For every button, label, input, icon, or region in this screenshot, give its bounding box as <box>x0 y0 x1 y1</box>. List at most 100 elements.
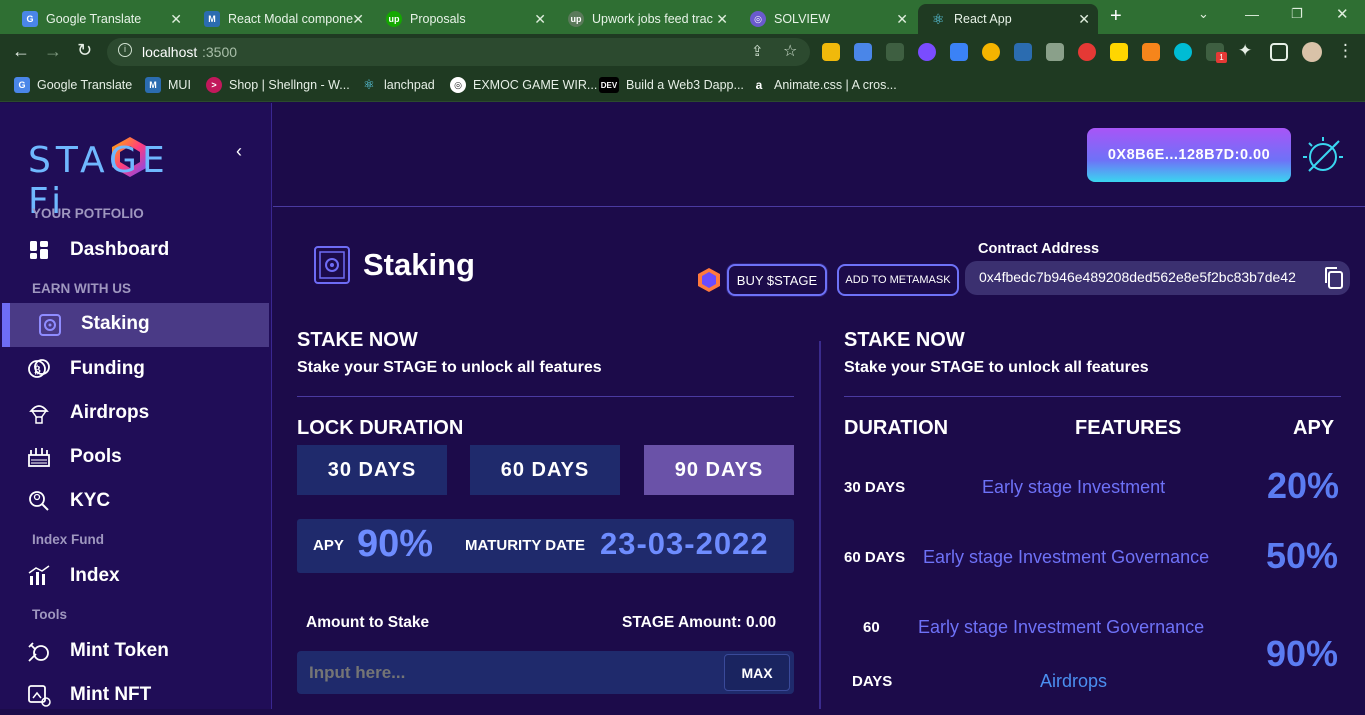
collapse-chevron-icon[interactable]: ‹ <box>236 141 242 162</box>
binance-extension-icon[interactable] <box>822 43 840 61</box>
sidebar-item-airdrops[interactable]: Airdrops <box>26 393 149 433</box>
sidebar: STAGE Fi ‹ YOUR POTFOLIO Dashboard EARN … <box>0 103 272 709</box>
bookmark-item[interactable]: > Shop | Shellngn - W... <box>206 70 350 100</box>
airdrop-icon <box>26 400 52 426</box>
extension-icon[interactable] <box>1174 43 1192 61</box>
sidebar-item-dashboard[interactable]: Dashboard <box>26 230 169 270</box>
tab-react-modal[interactable]: M React Modal compone ✕ <box>192 4 372 34</box>
row-duration-number: 60 <box>863 619 880 636</box>
sidebar-item-index[interactable]: Index <box>26 556 120 596</box>
bookmark-star-icon[interactable]: ☆ <box>783 41 797 61</box>
extension-icon[interactable] <box>886 43 904 61</box>
extension-icon[interactable] <box>982 43 1000 61</box>
upwork-extension-icon[interactable]: 1 <box>1206 43 1227 63</box>
bookmark-item[interactable]: G Google Translate <box>14 70 132 100</box>
wallet-button[interactable]: 0X8B6E...128B7D:0.00 <box>1087 128 1291 182</box>
add-to-metamask-button[interactable]: ADD TO METAMASK <box>837 264 959 296</box>
column-features: FEATURES <box>1075 417 1182 439</box>
sidebar-item-mint-nft[interactable]: Mint NFT <box>26 675 151 715</box>
sidebar-item-funding[interactable]: ₿ Funding <box>26 349 145 389</box>
react-icon: ⚛ <box>363 77 375 92</box>
sidebar-item-label: KYC <box>70 490 111 511</box>
index-chart-icon <box>26 563 52 589</box>
back-icon[interactable]: ← <box>12 41 30 62</box>
avatar[interactable] <box>1302 42 1322 62</box>
logo[interactable]: STAGE Fi <box>28 135 212 222</box>
tab-proposals[interactable]: up Proposals ✕ <box>374 4 554 34</box>
extension-icon[interactable] <box>1014 43 1032 61</box>
theme-toggle-icon[interactable] <box>1299 131 1347 179</box>
extension-badge: 1 <box>1216 52 1227 63</box>
row-features: Early stage Investment <box>982 477 1166 497</box>
bookmark-item[interactable]: ◎ EXMOC GAME WIR... <box>450 70 597 100</box>
stake-subheading: Stake your STAGE to unlock all features <box>297 359 602 376</box>
close-icon[interactable]: ✕ <box>716 11 728 27</box>
tab-google-translate[interactable]: G Google Translate ✕ <box>10 4 190 34</box>
sidebar-item-kyc[interactable]: KYC <box>26 481 110 521</box>
contract-label: Contract Address <box>978 241 1100 257</box>
info-icon[interactable]: i <box>118 43 132 57</box>
sidebar-item-label: Dashboard <box>70 239 170 260</box>
url-port: :3500 <box>202 44 238 60</box>
lock-duration-label: LOCK DURATION <box>297 417 464 439</box>
dashboard-icon <box>26 237 52 263</box>
close-icon[interactable]: ✕ <box>1078 11 1090 27</box>
row-duration: 30 DAYS <box>844 479 906 496</box>
close-window-button[interactable]: ✕ <box>1336 5 1349 23</box>
duration-30-button[interactable]: 30 DAYS <box>297 445 447 495</box>
extension-icon[interactable] <box>950 43 968 61</box>
stake-heading: STAKE NOW <box>297 329 418 351</box>
address-bar[interactable]: i localhost :3500 ⇪ ☆ <box>107 38 810 66</box>
buy-stage-button[interactable]: BUY $STAGE <box>727 264 827 296</box>
extension-icon[interactable] <box>1110 43 1128 61</box>
amount-input[interactable] <box>297 651 717 694</box>
divider <box>297 396 794 397</box>
tab-title: React Modal compone <box>228 12 354 26</box>
reload-icon[interactable]: ↻ <box>77 40 92 61</box>
main-content: 0X8B6E...128B7D:0.00 Staking BUY $STAGE … <box>273 103 1365 709</box>
section-portfolio: YOUR POTFOLIO <box>32 206 144 221</box>
mui-icon: M <box>145 77 161 93</box>
side-panel-icon[interactable] <box>1270 43 1288 61</box>
sidebar-item-pools[interactable]: Pools <box>26 437 122 477</box>
translate-extension-icon[interactable] <box>854 43 872 61</box>
forward-icon[interactable]: → <box>44 41 62 62</box>
close-icon[interactable]: ✕ <box>170 11 182 27</box>
tab-solview[interactable]: ◎ SOLVIEW ✕ <box>738 4 916 34</box>
copy-icon[interactable] <box>1323 266 1345 290</box>
column-duration: DURATION <box>844 417 949 439</box>
apy-summary-box: APY 90% MATURITY DATE 23-03-2022 <box>297 519 794 573</box>
bookmark-item[interactable]: M MUI <box>145 70 191 100</box>
metamask-extension-icon[interactable] <box>1142 43 1160 61</box>
max-button[interactable]: MAX <box>724 654 790 691</box>
bookmark-item[interactable]: DEV Build a Web3 Dapp... <box>599 70 744 100</box>
duration-60-button[interactable]: 60 DAYS <box>470 445 620 495</box>
close-icon[interactable]: ✕ <box>352 11 364 27</box>
puzzle-icon[interactable]: ✦ <box>1238 41 1252 61</box>
duration-90-button[interactable]: 90 DAYS <box>644 445 794 495</box>
bookmark-item[interactable]: ⚛ lanchpad <box>361 70 435 100</box>
tab-upwork-feed[interactable]: up Upwork jobs feed trac ✕ <box>556 4 736 34</box>
tab-react-app[interactable]: ⚛ React App ✕ <box>918 4 1098 34</box>
extension-icon[interactable] <box>1078 43 1096 61</box>
more-menu-icon[interactable]: ⋮ <box>1337 41 1354 61</box>
restore-button[interactable]: ❐ <box>1291 6 1303 22</box>
row-features: Early stage Investment Governance <box>918 617 1205 637</box>
mint-nft-icon <box>26 682 52 708</box>
tab-title: React App <box>954 12 1012 26</box>
shield-extension-icon[interactable] <box>1046 43 1064 61</box>
page-title: Staking <box>363 247 475 282</box>
extension-icon[interactable] <box>918 43 936 61</box>
tab-search-icon[interactable]: ⌄ <box>1198 6 1209 22</box>
vault-icon <box>37 312 63 338</box>
dev-icon: DEV <box>599 77 619 93</box>
sidebar-item-staking[interactable]: Staking <box>2 303 269 347</box>
share-icon[interactable]: ⇪ <box>751 42 764 60</box>
minimize-button[interactable]: — <box>1245 6 1259 22</box>
row-duration: 60 DAYS <box>844 549 906 566</box>
sidebar-item-mint-token[interactable]: Mint Token <box>26 631 169 671</box>
close-icon[interactable]: ✕ <box>534 11 546 27</box>
close-icon[interactable]: ✕ <box>896 11 908 27</box>
new-tab-button[interactable]: + <box>1110 5 1122 28</box>
bookmark-item[interactable]: a Animate.css | A cros... <box>751 70 897 100</box>
